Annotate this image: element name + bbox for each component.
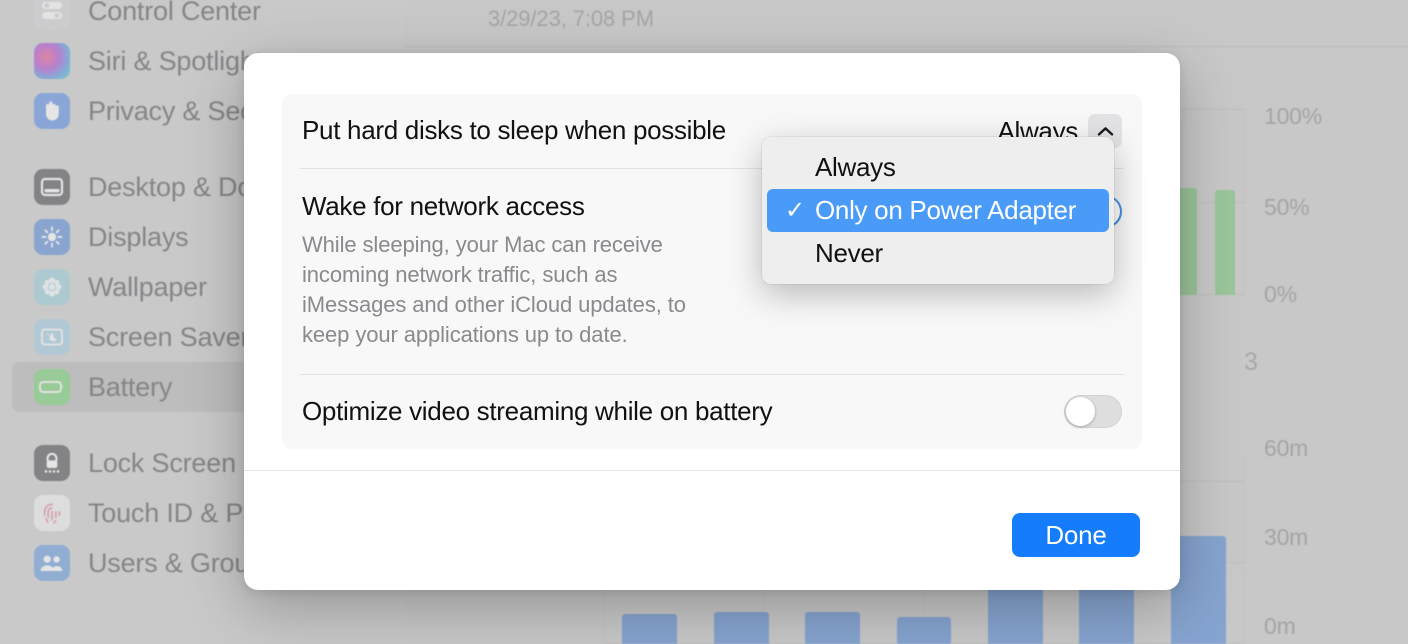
footer-separator (244, 470, 1180, 471)
toggle-knob (1066, 397, 1095, 427)
menu-item-label: Only on Power Adapter (815, 195, 1077, 225)
battery-options-sheet: Put hard disks to sleep when possible Al… (244, 53, 1180, 590)
hard-disk-sleep-dropdown-menu: ✓ Always ✓ Only on Power Adapter ✓ Never (762, 137, 1114, 284)
row-title: Optimize video streaming while on batter… (302, 396, 773, 427)
row-title: Put hard disks to sleep when possible (302, 115, 726, 146)
screen: Control Center Siri & Spotlight Privacy … (0, 0, 1408, 644)
checkmark-icon: ✓ (785, 196, 805, 224)
menu-item-never[interactable]: ✓ Never (767, 232, 1109, 275)
menu-item-label: Always (815, 152, 896, 182)
done-button[interactable]: Done (1012, 513, 1140, 557)
row-optimize-video-streaming: Optimize video streaming while on batter… (302, 375, 1122, 449)
row-text-block: Wake for network access While sleeping, … (302, 191, 702, 350)
menu-item-only-on-power-adapter[interactable]: ✓ Only on Power Adapter (767, 189, 1109, 232)
row-description: While sleeping, your Mac can receive inc… (302, 232, 686, 347)
optimize-video-streaming-toggle[interactable] (1064, 395, 1122, 429)
menu-item-label: Never (815, 238, 883, 268)
row-title: Wake for network access (302, 191, 585, 221)
menu-item-always[interactable]: ✓ Always (767, 146, 1109, 189)
